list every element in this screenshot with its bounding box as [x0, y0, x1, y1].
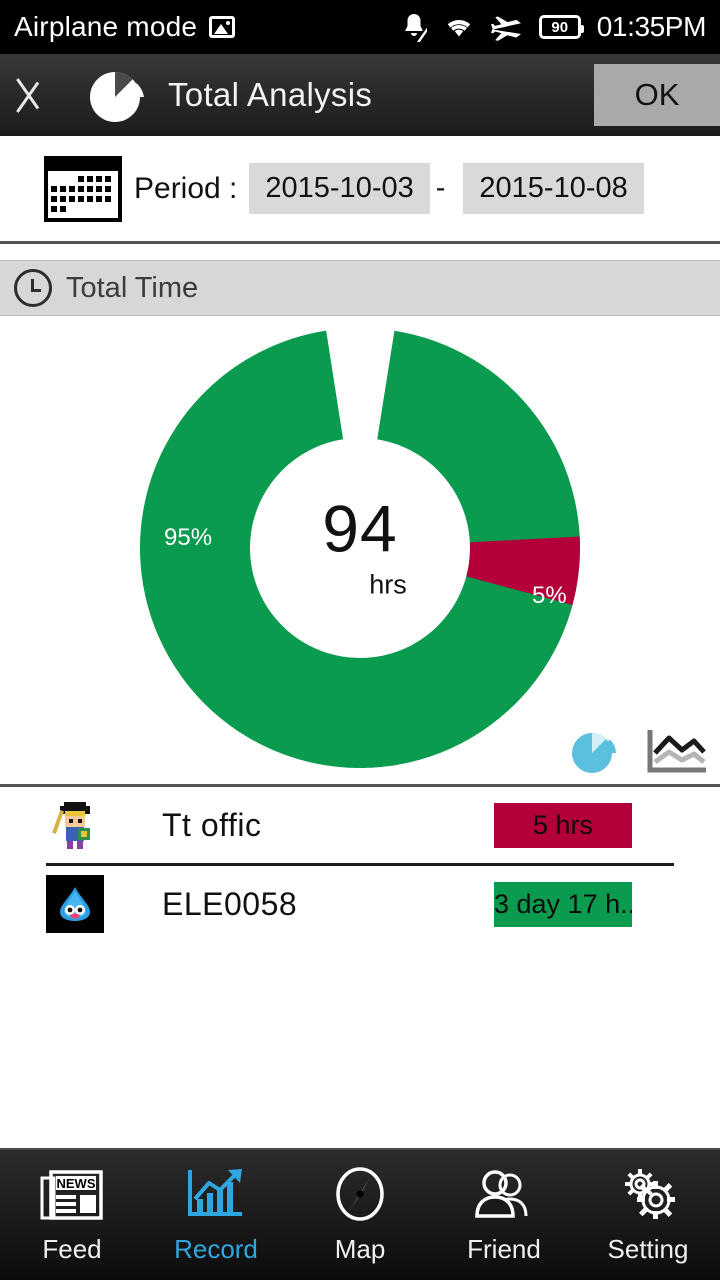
donut-chart[interactable]: 95% 5% 94 hrs — [140, 328, 580, 768]
table-row[interactable]: Tt offic 5 hrs — [0, 787, 720, 863]
period-label: Period : — [134, 171, 238, 205]
calendar-icon — [44, 155, 122, 222]
people-icon — [472, 1166, 536, 1228]
section-title: Total Time — [66, 271, 199, 304]
nav-item-friend[interactable]: Friend — [432, 1166, 576, 1265]
status-bar: Airplane mode 90 01:35PM — [0, 0, 720, 54]
row-label: Tt offic — [162, 806, 262, 843]
back-chevron-icon[interactable] — [26, 64, 82, 126]
nav-item-record[interactable]: Record — [144, 1166, 288, 1265]
nav-label: Record — [174, 1233, 258, 1264]
table-row[interactable]: ELE0058 3 day 17 h... — [0, 866, 720, 942]
row-duration-badge: 5 hrs — [494, 802, 632, 848]
donut-total-value: 94 — [322, 491, 398, 566]
status-bar-left: Airplane mode — [14, 11, 401, 43]
nav-label: Setting — [607, 1233, 689, 1264]
nav-item-setting[interactable]: Setting — [576, 1166, 720, 1265]
total-time-section-header: Total Time — [0, 260, 720, 316]
wifi-icon — [443, 14, 475, 40]
status-bar-clock: 01:35PM — [596, 11, 707, 42]
nav-label: Feed — [42, 1233, 102, 1264]
row-duration-badge: 3 day 17 h... — [494, 881, 632, 927]
chart-growth-icon — [184, 1166, 248, 1228]
image-icon — [209, 16, 236, 38]
app-usage-list: Tt offic 5 hrs ELE0058 3 day 17 h... — [0, 787, 720, 942]
newspaper-icon: NEWS — [40, 1166, 104, 1228]
bottom-navigation: NEWS Feed Record Map Friend Setting — [0, 1148, 720, 1280]
slime-avatar-icon — [46, 875, 104, 933]
compass-icon — [328, 1166, 392, 1228]
chart-area: 95% 5% 94 hrs — [0, 316, 720, 784]
hero-avatar-icon — [46, 796, 104, 854]
nav-item-feed[interactable]: NEWS Feed — [0, 1166, 144, 1265]
row-label: ELE0058 — [162, 885, 298, 922]
app-root: Airplane mode 90 01:35PM Total Analysis … — [0, 0, 720, 1280]
notification-muted-icon — [401, 12, 427, 42]
nav-label: Map — [334, 1233, 386, 1264]
nav-item-map[interactable]: Map — [288, 1166, 432, 1265]
page-title: Total Analysis — [168, 76, 373, 113]
start-date-field[interactable]: 2015-10-03 — [249, 163, 430, 214]
airplane-mode-text: Airplane mode — [14, 11, 198, 42]
clock-icon — [14, 269, 52, 307]
donut-label-red: 5% — [532, 582, 567, 609]
app-header: Total Analysis OK — [0, 54, 720, 136]
nav-label: Friend — [467, 1233, 541, 1264]
airplane-icon — [490, 13, 523, 41]
battery-level: 90 — [551, 18, 569, 36]
donut-total-unit: hrs — [369, 569, 407, 600]
end-date-field[interactable]: 2015-10-08 — [463, 163, 644, 214]
battery-icon: 90 — [538, 15, 584, 39]
date-range-separator: - — [435, 172, 446, 204]
pie-chart-logo-icon — [86, 64, 148, 126]
svg-text:NEWS: NEWS — [57, 1176, 96, 1191]
status-bar-right: 90 01:35PM — [401, 11, 706, 43]
pie-chart-toggle[interactable] — [568, 726, 624, 776]
donut-center-text: 94 hrs — [240, 496, 480, 601]
period-row: Period : 2015-10-03 - 2015-10-08 — [0, 136, 720, 241]
line-chart-toggle[interactable] — [646, 726, 706, 776]
chart-type-toggles — [568, 726, 706, 776]
ok-button[interactable]: OK — [594, 64, 720, 126]
donut-label-green: 95% — [164, 524, 213, 551]
gears-icon — [616, 1166, 680, 1228]
